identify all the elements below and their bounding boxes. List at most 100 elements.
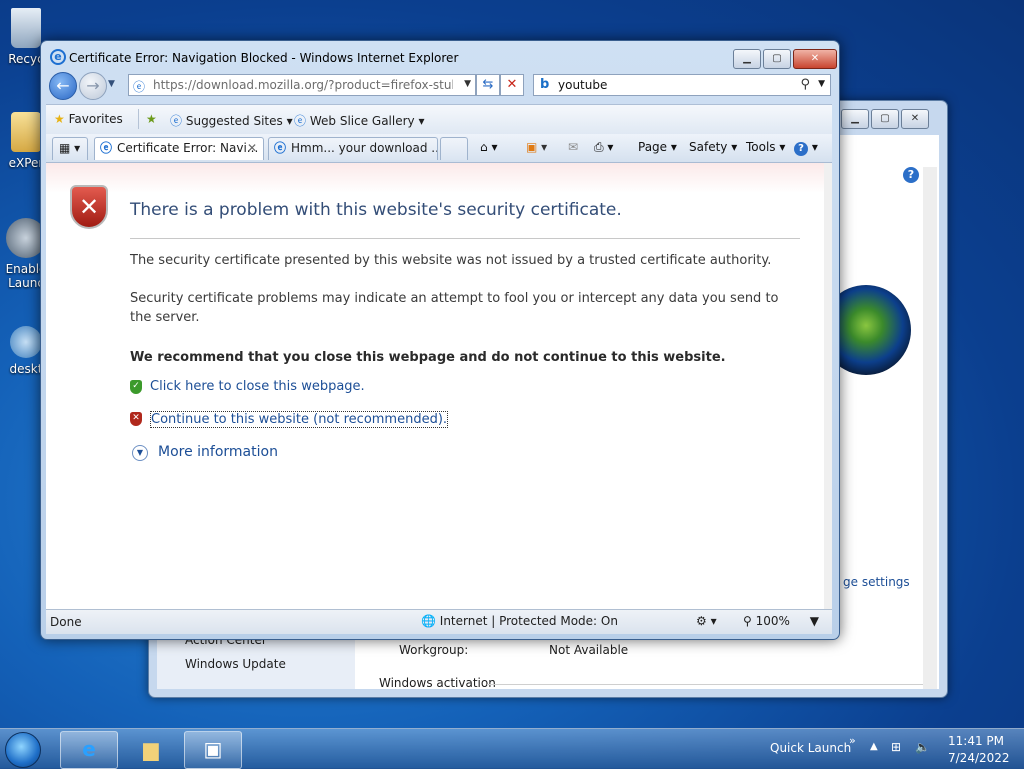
search-box[interactable]: b youtube ⚲ ▼	[533, 74, 831, 96]
tab-label: Hmm... your download ...	[291, 141, 438, 155]
help-menu[interactable]: ? ▾	[794, 140, 818, 156]
ie-logo-icon: e	[82, 737, 96, 761]
zoom-control[interactable]: ⚲ 100% ▼	[743, 614, 819, 628]
ie-logo-icon: e	[50, 49, 66, 65]
windows-update-link[interactable]: Windows Update	[185, 657, 286, 671]
quick-launch-label[interactable]: Quick Launch	[770, 741, 851, 755]
feeds-button[interactable]: ▣ ▾	[526, 140, 547, 154]
minimize-button[interactable]: ▁	[841, 109, 869, 129]
address-url[interactable]: https://download.mozilla.org/?product=fi…	[153, 78, 453, 92]
star-icon: ★	[54, 112, 65, 126]
folder-icon	[11, 112, 41, 152]
safety-menu[interactable]: Safety ▾	[689, 140, 737, 154]
divider	[138, 109, 139, 129]
forward-button[interactable]: →	[79, 72, 107, 100]
search-dropdown-icon[interactable]: ▼	[818, 79, 825, 89]
maximize-button[interactable]: ▢	[871, 109, 899, 129]
speaker-muted-icon[interactable]: 🔈	[915, 740, 930, 754]
favorites-bar: ★ Favorites ★ ⓔ Suggested Sites ▾ ⓔ Web …	[46, 104, 832, 135]
clock-time[interactable]: 11:41 PM	[948, 734, 1004, 748]
clock-date[interactable]: 7/24/2022	[948, 751, 1010, 765]
home-button[interactable]: ⌂ ▾	[480, 140, 497, 154]
help-icon[interactable]: ?	[903, 167, 919, 183]
windows-activation-heading: Windows activation	[379, 676, 496, 690]
continue-to-website-link[interactable]: Continue to this website (not recommende…	[150, 411, 449, 428]
tab-certificate-error[interactable]: ⓔ Certificate Error: Navi... ✕	[94, 137, 264, 160]
taskbar-internet-explorer[interactable]: e	[60, 731, 118, 769]
expand-icon: ▼	[132, 445, 148, 461]
new-tab-button[interactable]	[440, 137, 468, 160]
bing-icon: b	[540, 77, 550, 92]
folder-icon: ▆	[143, 737, 159, 761]
recommendation-text: We recommend that you close this webpage…	[130, 350, 726, 365]
start-button[interactable]	[5, 732, 41, 768]
print-button[interactable]: ⎙ ▾	[594, 140, 613, 155]
quick-launch-chevron-icon[interactable]: »	[849, 734, 856, 747]
add-to-favorites-icon[interactable]: ★	[146, 112, 157, 126]
window-title: Certificate Error: Navigation Blocked - …	[69, 51, 459, 65]
help-icon: ?	[794, 142, 808, 156]
security-zone[interactable]: 🌐 Internet | Protected Mode: On	[421, 614, 618, 628]
gear-icon	[10, 326, 42, 358]
popup-blocker-button[interactable]: ⚙ ▾	[696, 614, 717, 628]
scrollbar[interactable]	[923, 167, 937, 689]
recent-pages-dropdown[interactable]: ▼	[108, 79, 115, 89]
page-menu[interactable]: Page ▾	[638, 140, 677, 154]
web-slice-gallery-button[interactable]: ⓔ Web Slice Gallery ▾	[294, 112, 424, 129]
address-dropdown-icon[interactable]: ▼	[464, 79, 471, 89]
tab-label: Certificate Error: Navi...	[117, 141, 259, 155]
page-scrollbar[interactable]	[824, 163, 832, 609]
security-shield-error-icon: ✕	[70, 185, 108, 229]
web-slice-gallery-label: Web Slice Gallery	[309, 114, 415, 128]
green-shield-icon: ✓	[130, 380, 142, 394]
back-button[interactable]: ←	[49, 72, 77, 100]
ie-page-icon: ⓔ	[274, 141, 287, 155]
suggested-sites-button[interactable]: ⓔ Suggested Sites ▾	[170, 112, 293, 129]
minimize-button[interactable]: ▁	[733, 49, 761, 69]
tools-menu-label: Tools	[746, 140, 776, 154]
recycle-bin-icon	[11, 8, 41, 48]
close-button[interactable]: ✕	[901, 109, 929, 129]
quick-tabs-button[interactable]: ▦ ▾	[52, 137, 88, 160]
taskbar-control-panel[interactable]: ▣	[184, 731, 242, 769]
ie-page-icon: ⓔ	[100, 141, 113, 155]
close-webpage-link[interactable]: Click here to close this webpage.	[150, 379, 365, 394]
favorites-button[interactable]: ★ Favorites	[54, 112, 123, 126]
read-mail-button[interactable]: ✉	[568, 140, 578, 154]
divider	[487, 684, 927, 685]
close-tab-icon[interactable]: ✕	[247, 138, 257, 159]
ie-window: e Certificate Error: Navigation Blocked …	[40, 40, 840, 640]
change-settings-link[interactable]: ge settings	[843, 575, 910, 589]
favorites-label: Favorites	[68, 112, 123, 126]
tab-download[interactable]: ⓔ Hmm... your download ...	[268, 137, 438, 160]
address-bar[interactable]: ⓔ https://download.mozilla.org/?product=…	[128, 74, 476, 96]
network-icon[interactable]: ⊞	[891, 740, 901, 754]
ie-caption-buttons: ▁ ▢ ✕	[733, 49, 837, 69]
status-text: Done	[50, 615, 82, 629]
more-information-toggle[interactable]: ▼ More information	[132, 444, 278, 461]
taskbar-explorer[interactable]: ▆	[122, 731, 180, 769]
ie-page-icon: ⓔ	[294, 114, 307, 128]
ie-page-icon: ⓔ	[170, 114, 183, 128]
refresh-button[interactable]: ⇆	[476, 74, 500, 96]
printer-icon: ⎙	[594, 140, 604, 154]
tools-menu[interactable]: Tools ▾	[746, 140, 785, 154]
rss-icon: ▣	[526, 140, 538, 154]
stop-button[interactable]: ✕	[500, 74, 524, 96]
suggested-sites-label: Suggested Sites	[185, 114, 283, 128]
divider	[130, 238, 800, 239]
certificate-error-page: ✕ There is a problem with this website's…	[46, 163, 824, 609]
maximize-button[interactable]: ▢	[763, 49, 791, 69]
cert-message-1: The security certificate presented by th…	[130, 253, 772, 268]
status-bar: Done 🌐 Internet | Protected Mode: On ⚙ ▾…	[46, 609, 832, 634]
workgroup-value: Not Available	[549, 643, 629, 657]
show-hidden-icons-icon[interactable]: ▲	[870, 741, 878, 752]
page-menu-label: Page	[638, 140, 668, 154]
search-input[interactable]: youtube	[558, 78, 607, 92]
zoom-icon: ⚲	[743, 614, 752, 628]
zone-label: Internet | Protected Mode: On	[439, 614, 618, 628]
more-information-label: More information	[158, 444, 278, 460]
search-icon[interactable]: ⚲	[800, 77, 810, 92]
close-button[interactable]: ✕	[793, 49, 837, 69]
globe-icon: 🌐	[421, 614, 436, 628]
